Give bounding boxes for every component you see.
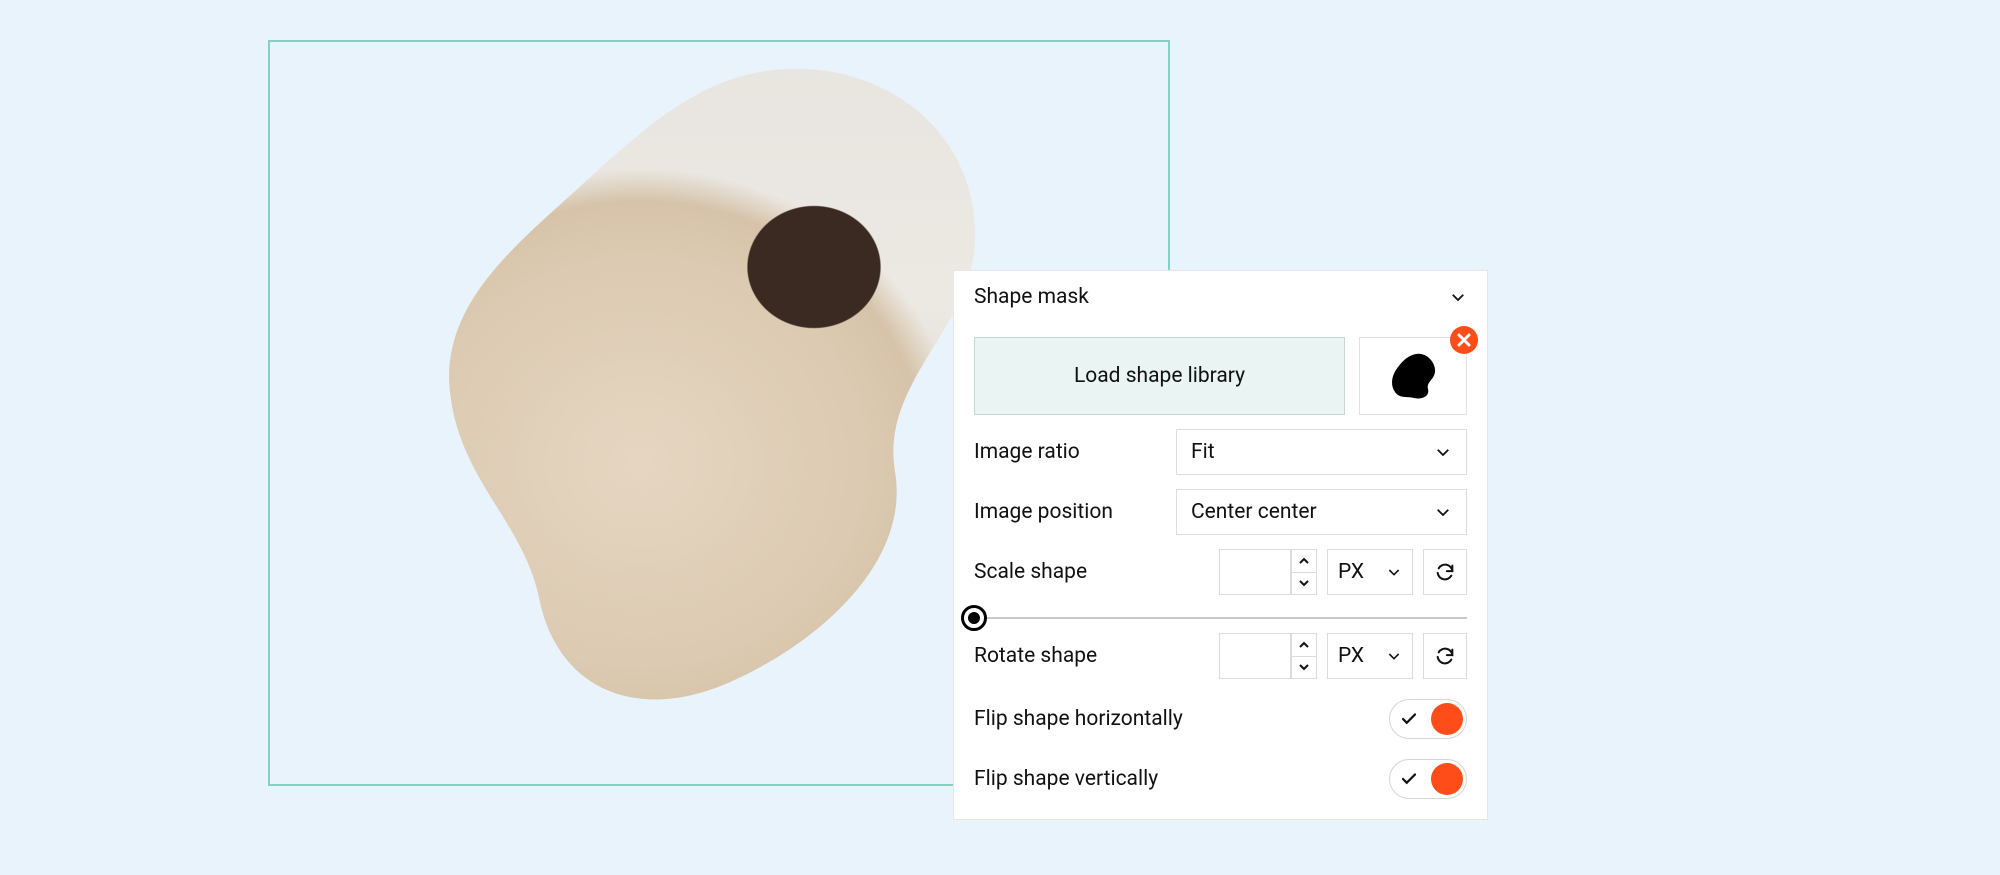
rotate-unit-select[interactable]: PX [1327,633,1413,679]
shape-mask-panel: Shape mask Load shape library Image rati… [953,270,1488,820]
remove-shape-button[interactable] [1450,326,1478,354]
rotate-step-down[interactable] [1292,657,1316,679]
flip-h-label: Flip shape horizontally [974,707,1183,731]
flip-v-label: Flip shape vertically [974,767,1158,791]
rotate-row: Rotate shape PX [974,633,1467,679]
panel-title: Shape mask [974,285,1089,309]
scale-controls: PX [1219,549,1467,595]
toggle-knob [1431,763,1463,795]
scale-row: Scale shape PX [974,549,1467,595]
chevron-down-icon [1386,648,1402,664]
chevron-down-icon [1386,564,1402,580]
image-ratio-value: Fit [1191,440,1215,464]
slider-track[interactable] [974,617,1467,619]
scale-input[interactable] [1219,549,1291,595]
scale-step-up[interactable] [1292,550,1316,573]
image-position-select[interactable]: Center center [1176,489,1467,535]
image-ratio-label: Image ratio [974,440,1162,464]
chevron-down-icon [1298,579,1310,587]
toggle-knob [1431,703,1463,735]
image-ratio-select[interactable]: Fit [1176,429,1467,475]
load-shape-library-button[interactable]: Load shape library [974,337,1345,415]
slider-thumb[interactable] [961,605,987,631]
image-position-label: Image position [974,500,1162,524]
scale-stepper [1291,549,1317,595]
rotate-label: Rotate shape [974,644,1205,668]
blob-shape-icon [1386,352,1440,400]
flip-h-toggle[interactable] [1389,699,1467,739]
image-position-value: Center center [1191,500,1317,524]
close-icon [1457,333,1471,347]
rotate-cw-icon [1434,561,1456,583]
scale-slider[interactable] [974,617,1467,619]
flip-v-toggle[interactable] [1389,759,1467,799]
check-icon [1400,770,1418,788]
load-label: Load shape library [1074,364,1245,388]
scale-label: Scale shape [974,560,1205,584]
rotate-controls: PX [1219,633,1467,679]
flip-v-row: Flip shape vertically [974,759,1467,799]
rotate-stepper [1291,633,1317,679]
check-icon [1400,710,1418,728]
scale-step-down[interactable] [1292,573,1316,595]
current-shape-preview[interactable] [1359,337,1467,415]
rotate-input[interactable] [1219,633,1291,679]
chevron-down-icon [1298,663,1310,671]
rotate-unit: PX [1338,644,1364,668]
scale-reset-button[interactable] [1423,549,1467,595]
scale-unit-select[interactable]: PX [1327,549,1413,595]
rotate-cw-icon [1434,645,1456,667]
flip-h-row: Flip shape horizontally [974,699,1467,739]
chevron-down-icon [1449,288,1467,306]
rotate-step-up[interactable] [1292,634,1316,657]
load-row: Load shape library [974,337,1467,415]
chevron-down-icon [1434,503,1452,521]
image-position-row: Image position Center center [974,489,1467,535]
chevron-down-icon [1434,443,1452,461]
panel-header[interactable]: Shape mask [954,271,1487,323]
scale-unit: PX [1338,560,1364,584]
chevron-up-icon [1298,557,1310,565]
image-ratio-row: Image ratio Fit [974,429,1467,475]
rotate-reset-button[interactable] [1423,633,1467,679]
panel-body: Load shape library Image ratio Fit [954,337,1487,819]
chevron-up-icon [1298,641,1310,649]
